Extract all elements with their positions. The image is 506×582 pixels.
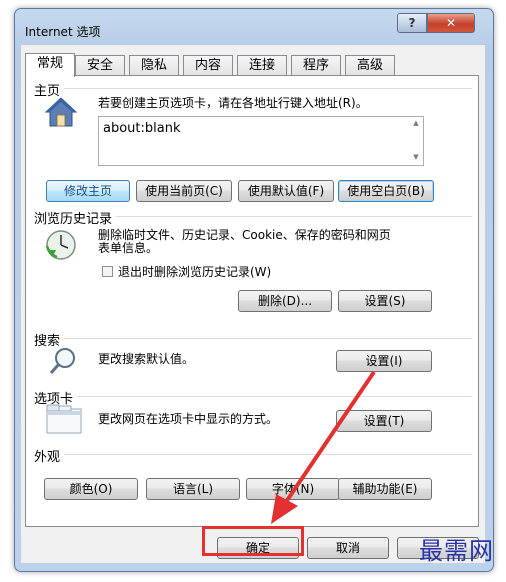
tab-general[interactable]: 常规	[25, 53, 75, 77]
watermark-logo: 最需网	[419, 537, 494, 565]
annotation-arrow-layer	[271, 370, 376, 524]
arrow-shaft	[284, 370, 376, 504]
arrow-head-icon	[271, 494, 298, 524]
